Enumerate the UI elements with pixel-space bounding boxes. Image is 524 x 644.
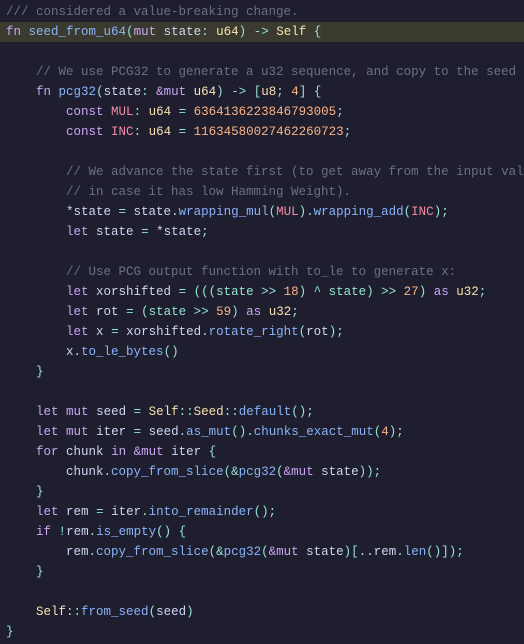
type-self: Self	[276, 25, 306, 39]
num-inc: 11634580027462260723	[194, 125, 344, 139]
method-to-le-bytes: to_le_bytes	[81, 345, 164, 359]
num-27: 27	[404, 285, 419, 299]
var-x: x	[96, 325, 104, 339]
kw-let: let	[36, 505, 59, 519]
var-rem: rem	[66, 525, 89, 539]
comment: // We advance the state first (to get aw…	[66, 165, 524, 179]
method-wrapping-add: wrapping_add	[314, 205, 404, 219]
kw-mut: mut	[134, 25, 157, 39]
num-4: 4	[381, 425, 389, 439]
const-mul: MUL	[111, 105, 134, 119]
type-u64: u64	[216, 25, 239, 39]
comment: // We use PCG32 to generate a u32 sequen…	[36, 65, 516, 79]
kw-as: as	[434, 285, 449, 299]
kw-let: let	[66, 285, 89, 299]
kw-fn: fn	[36, 85, 51, 99]
assoc-seed: Seed	[194, 405, 224, 419]
var-state: state	[134, 205, 172, 219]
var-seed: seed	[96, 405, 126, 419]
kw-in: in	[111, 445, 126, 459]
method-into-remainder: into_remainder	[149, 505, 254, 519]
fn-default: default	[239, 405, 292, 419]
kw-mut: mut	[66, 405, 89, 419]
deref-state: *state	[66, 205, 111, 219]
var-state: state	[321, 465, 359, 479]
code-block: /// considered a value-breaking change. …	[0, 0, 524, 644]
method-chunks-exact-mut: chunks_exact_mut	[254, 425, 374, 439]
type-self: Self	[149, 405, 179, 419]
var-x: x	[66, 345, 74, 359]
kw-let: let	[66, 225, 89, 239]
doc-comment-truncated: /// considered a value-breaking change.	[6, 5, 299, 19]
deref-state: *state	[156, 225, 201, 239]
kw-const: const	[66, 105, 104, 119]
fn-from-seed: from_seed	[81, 605, 149, 619]
var-rot: rot	[306, 325, 329, 339]
kw-as: as	[246, 305, 261, 319]
kw-const: const	[66, 125, 104, 139]
var-seed: seed	[149, 425, 179, 439]
kw-fn: fn	[6, 25, 21, 39]
ref-mut: &mut	[134, 445, 164, 459]
var-xorshifted: xorshifted	[96, 285, 171, 299]
param-state: state	[164, 25, 202, 39]
type-u8: u8	[261, 85, 276, 99]
var-state: state	[306, 545, 344, 559]
method-copy-from-slice: copy_from_slice	[96, 545, 209, 559]
method-copy-from-slice: copy_from_slice	[111, 465, 224, 479]
fn-signature-line: fn seed_from_u64(mut state: u64) -> Self…	[0, 22, 524, 42]
type-u32: u32	[269, 305, 292, 319]
type-self: Self	[36, 605, 66, 619]
const-inc-ref: INC	[411, 205, 434, 219]
kw-for: for	[36, 445, 59, 459]
ref-mut: &mut	[269, 545, 299, 559]
var-chunk: chunk	[66, 445, 104, 459]
comment: // Use PCG output function with to_le to…	[66, 265, 456, 279]
method-as-mut: as_mut	[186, 425, 231, 439]
op-not: !	[59, 525, 67, 539]
var-state: state	[96, 225, 134, 239]
var-iter: iter	[111, 505, 141, 519]
type-u64: u64	[149, 105, 172, 119]
fn-pcg32-call: pcg32	[224, 545, 262, 559]
method-wrapping-mul: wrapping_mul	[179, 205, 269, 219]
var-xorshifted: xorshifted	[126, 325, 201, 339]
var-iter: iter	[96, 425, 126, 439]
kw-let: let	[66, 305, 89, 319]
num-59: 59	[216, 305, 231, 319]
method-is-empty: is_empty	[96, 525, 156, 539]
type-u64: u64	[194, 85, 217, 99]
var-rem: rem	[66, 505, 89, 519]
var-rot: rot	[96, 305, 119, 319]
fn-pcg32: pcg32	[59, 85, 97, 99]
ref-mut: &mut	[156, 85, 186, 99]
param-state: state	[104, 85, 142, 99]
const-inc: INC	[111, 125, 134, 139]
num-4: 4	[291, 85, 299, 99]
ref-mut: &mut	[284, 465, 314, 479]
kw-let: let	[36, 405, 59, 419]
slice-range: ..rem	[359, 545, 397, 559]
fn-pcg32-call: pcg32	[239, 465, 277, 479]
var-seed: seed	[156, 605, 186, 619]
kw-let: let	[66, 325, 89, 339]
var-rem: rem	[66, 545, 89, 559]
var-chunk: chunk	[66, 465, 104, 479]
kw-if: if	[36, 525, 51, 539]
var-iter: iter	[171, 445, 201, 459]
num-mul: 6364136223846793005	[194, 105, 337, 119]
kw-mut: mut	[66, 425, 89, 439]
comment: // in case it has low Hamming Weight).	[66, 185, 351, 199]
kw-let: let	[36, 425, 59, 439]
num-18: 18	[284, 285, 299, 299]
type-u32: u32	[456, 285, 479, 299]
const-mul-ref: MUL	[276, 205, 299, 219]
fn-name: seed_from_u64	[29, 25, 127, 39]
method-len: len	[404, 545, 427, 559]
method-rotate-right: rotate_right	[209, 325, 299, 339]
type-u64: u64	[149, 125, 172, 139]
